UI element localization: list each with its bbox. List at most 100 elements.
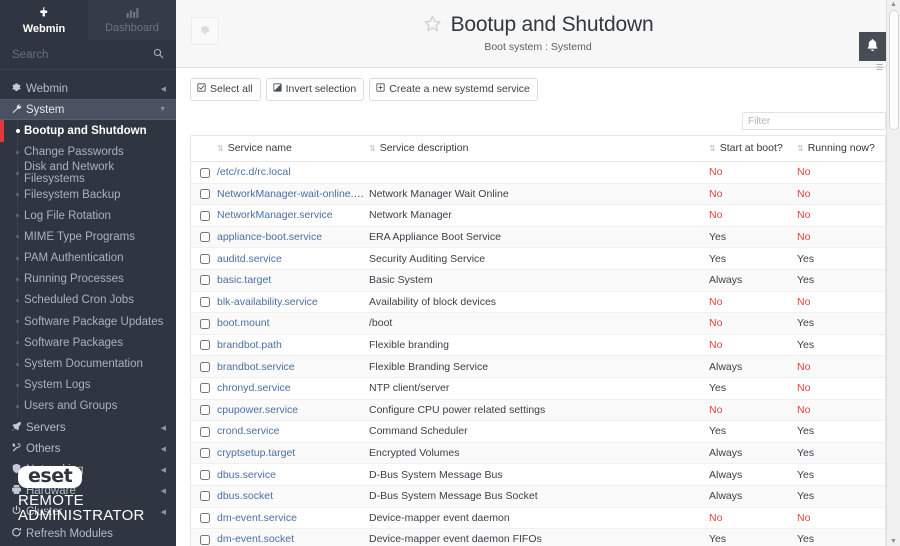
sort-icon[interactable]: ⇅ (369, 144, 376, 153)
service-name-link[interactable]: cpupower.service (217, 404, 298, 416)
sidebar-group-webmin[interactable]: Webmin ◀ (0, 78, 176, 99)
sidebar-group-cluster[interactable]: Cluster ◀ (0, 502, 176, 523)
row-checkbox[interactable] (200, 253, 210, 264)
service-name-link[interactable]: dbus.socket (217, 490, 273, 502)
running-now-cell: Yes (797, 334, 885, 357)
sort-icon[interactable]: ⇅ (797, 144, 804, 153)
scrollbar-thumb[interactable] (889, 10, 899, 130)
row-checkbox[interactable] (200, 210, 210, 221)
service-name-link[interactable]: cryptsetup.target (217, 447, 295, 459)
start-at-boot-cell: No (709, 204, 797, 227)
row-checkbox[interactable] (200, 189, 210, 200)
notifications-button[interactable] (859, 32, 886, 61)
row-checkbox[interactable] (200, 361, 210, 372)
wrench-icon (11, 103, 26, 117)
row-checkbox[interactable] (200, 232, 210, 243)
row-checkbox[interactable] (200, 318, 210, 329)
service-name-link[interactable]: /etc/rc.d/rc.local (217, 166, 291, 178)
select-all-button[interactable]: Select all (190, 78, 261, 101)
sidebar-group-hardware[interactable]: Hardware ◀ (0, 481, 176, 502)
service-name-link[interactable]: dbus.service (217, 469, 276, 481)
module-config-button[interactable] (191, 17, 219, 45)
chevron-left-icon: ◀ (160, 466, 166, 474)
sort-icon[interactable]: ⇅ (217, 144, 224, 153)
sidebar-item-label: MIME Type Programs (24, 230, 135, 243)
scrollbar-vertical[interactable]: ▲ ▼ (886, 0, 900, 546)
row-checkbox[interactable] (200, 383, 210, 394)
row-checkbox[interactable] (200, 534, 210, 545)
search-icon[interactable] (153, 48, 164, 62)
filter-input[interactable] (742, 112, 886, 130)
sidebar-item-log-file-rotation[interactable]: Log File Rotation (0, 205, 176, 226)
row-checkbox[interactable] (200, 426, 210, 437)
sidebar-item-pam-authentication[interactable]: PAM Authentication (0, 248, 176, 269)
column-header-checkbox (191, 136, 217, 162)
row-checkbox[interactable] (200, 275, 210, 286)
service-name-link[interactable]: appliance-boot.service (217, 231, 322, 243)
column-header-start-at-boot[interactable]: ⇅ Start at boot? (709, 136, 797, 162)
sidebar-bottom-groups: Servers ◀ Others ◀ Networking ◀ Hardware ◀ Clust… (0, 417, 176, 544)
service-name-link[interactable]: boot.mount (217, 317, 270, 329)
sidebar-item-mime-type-programs[interactable]: MIME Type Programs (0, 226, 176, 247)
sidebar-group-networking[interactable]: Networking ◀ (0, 459, 176, 480)
service-name-link[interactable]: dm-event.service (217, 512, 297, 524)
sidebar-item-users-and-groups[interactable]: Users and Groups (0, 396, 176, 417)
shield-icon (11, 463, 26, 477)
sidebar-group-refresh-modules[interactable]: Refresh Modules (0, 523, 176, 544)
sidebar-item-system-documentation[interactable]: System Documentation (0, 353, 176, 374)
service-name-link[interactable]: blk-availability.service (217, 296, 318, 308)
table-row: brandbot.service Flexible Branding Servic… (191, 355, 885, 378)
sidebar-group-others[interactable]: Others ◀ (0, 438, 176, 459)
invert-selection-button[interactable]: Invert selection (265, 78, 365, 101)
row-checkbox[interactable] (200, 405, 210, 416)
sidebar-item-software-package-updates[interactable]: Software Package Updates (0, 311, 176, 332)
sidebar-group-servers[interactable]: Servers ◀ (0, 417, 176, 438)
plus-box-icon (376, 83, 385, 95)
sidebar-item-software-packages[interactable]: Software Packages (0, 332, 176, 353)
sidebar-tab-webmin[interactable]: Webmin (0, 0, 88, 40)
star-outline-icon[interactable] (423, 14, 442, 37)
service-name-link[interactable]: basic.target (217, 274, 271, 286)
row-checkbox[interactable] (200, 491, 210, 502)
create-a-new-systemd-service-button[interactable]: Create a new systemd service (369, 78, 538, 101)
sidebar-item-label: PAM Authentication (24, 252, 124, 265)
row-checkbox[interactable] (200, 340, 210, 351)
service-description-cell: Network Manager (369, 204, 709, 227)
sidebar-item-scheduled-cron-jobs[interactable]: Scheduled Cron Jobs (0, 290, 176, 311)
row-checkbox[interactable] (200, 297, 210, 308)
sidebar-item-change-passwords[interactable]: Change Passwords (0, 142, 176, 163)
service-name-link[interactable]: brandbot.service (217, 361, 295, 373)
row-checkbox[interactable] (200, 448, 210, 459)
sidebar-tab-dashboard[interactable]: Dashboard (88, 0, 176, 40)
service-name-link[interactable]: NetworkManager.service (217, 209, 333, 221)
service-name-link[interactable]: auditd.service (217, 253, 282, 265)
chevron-left-icon: ◀ (160, 488, 166, 496)
sidebar-search[interactable] (0, 40, 176, 70)
service-name-link[interactable]: crond.service (217, 425, 279, 437)
sidebar-item-system-logs[interactable]: System Logs (0, 375, 176, 396)
column-header-service-description-label: Service description (379, 142, 469, 154)
sidebar-item-running-processes[interactable]: Running Processes (0, 269, 176, 290)
search-input[interactable] (12, 48, 164, 61)
row-checkbox[interactable] (200, 513, 210, 524)
row-checkbox[interactable] (200, 469, 210, 480)
service-name-link[interactable]: chronyd.service (217, 382, 291, 394)
sort-icon[interactable]: ⇅ (709, 144, 716, 153)
sidebar-item-disk-and-network-filesystems[interactable]: Disk and Network Filesystems (0, 161, 176, 185)
running-now-cell: Yes (797, 247, 885, 270)
column-header-running-now[interactable]: ⇅ Running now? (797, 136, 885, 162)
sidebar-item-filesystem-backup[interactable]: Filesystem Backup (0, 184, 176, 205)
service-name-link[interactable]: NetworkManager-wait-online.service (217, 188, 369, 200)
scroll-up-icon[interactable]: ▲ (890, 1, 897, 8)
sidebar-item-bootup-and-shutdown[interactable]: Bootup and Shutdown (0, 120, 176, 142)
sidebar-group-system[interactable]: System ▼ (0, 99, 176, 121)
service-name-link[interactable]: brandbot.path (217, 339, 282, 351)
scroll-down-icon[interactable]: ▼ (890, 538, 897, 545)
gear-icon (11, 82, 26, 96)
start-at-boot-cell: No (709, 507, 797, 530)
column-header-service-description[interactable]: ⇅ Service description (369, 136, 709, 162)
service-name-link[interactable]: dm-event.socket (217, 533, 294, 545)
column-header-service-name[interactable]: ⇅ Service name (217, 136, 369, 162)
service-description-cell: Flexible branding (369, 334, 709, 357)
row-checkbox[interactable] (200, 167, 210, 178)
